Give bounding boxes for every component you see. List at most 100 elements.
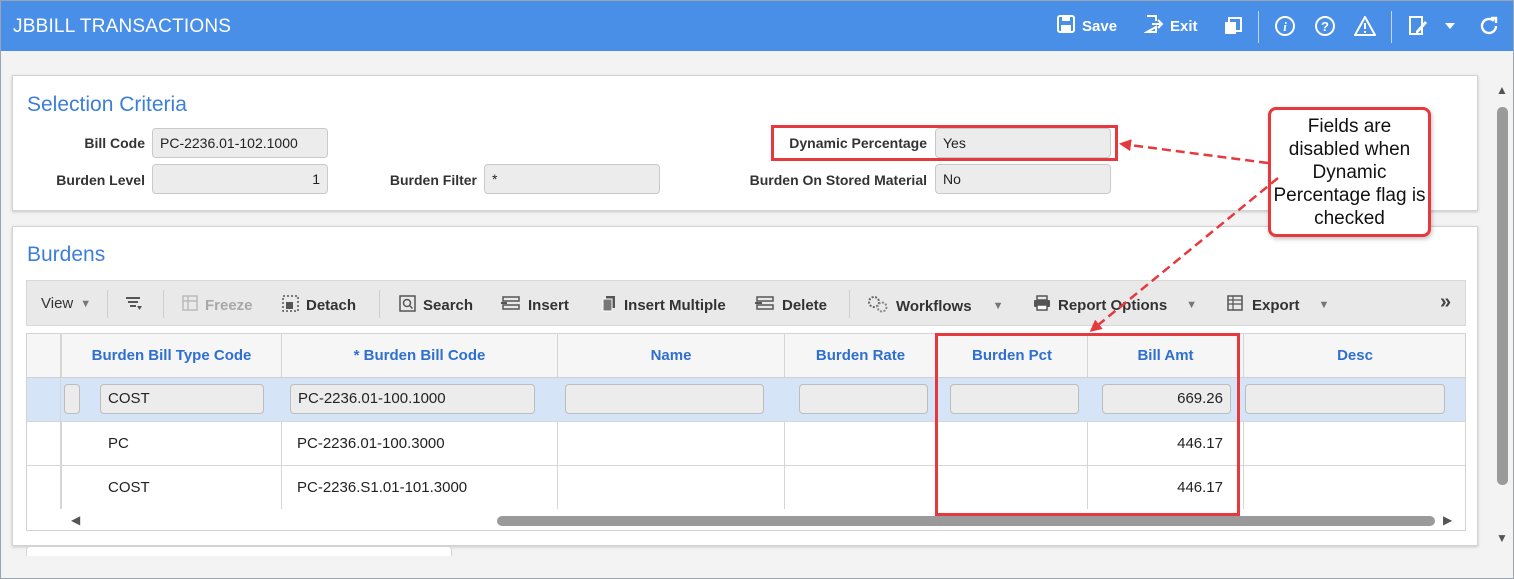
row-selector[interactable] [27,422,61,465]
row-selector[interactable] [27,378,61,421]
burden-on-stored-material-field[interactable]: No [935,164,1111,194]
burden-rate-cell[interactable] [785,422,937,465]
name-input[interactable] [565,384,764,414]
svg-text:i: i [1283,19,1287,34]
info-icon[interactable]: i [1273,14,1297,38]
more-button[interactable]: » [1440,291,1451,314]
freeze-icon [182,295,198,315]
printer-icon [1033,295,1051,315]
burden-rate-cell[interactable] [785,466,937,509]
svg-text:?: ? [1321,19,1329,34]
table-row[interactable]: COST PC-2236.S1.01-101.3000 446.17 [27,466,1465,510]
table-row[interactable]: COST PC-2236.01-100.1000 669.26 [27,378,1465,422]
column-header-burden-bill-type-code[interactable]: Burden Bill Type Code [62,334,282,378]
export-icon [1227,295,1245,315]
table-row[interactable]: PC PC-2236.01-100.3000 446.17 [27,422,1465,466]
bill-code-field[interactable]: PC-2236.01-102.1000 [152,128,328,158]
toolbar-separator [379,290,380,318]
report-options-menu[interactable]: Report Options ▼ [1033,295,1197,315]
insert-multiple-label: Insert Multiple [624,297,726,314]
filter-button[interactable] [125,295,143,317]
scroll-right-icon[interactable]: ▶ [1443,513,1452,527]
horizontal-scroll-thumb[interactable] [497,516,1435,526]
selection-criteria-title: Selection Criteria [27,93,187,116]
vertical-scrollbar[interactable]: ▲ ▼ [1490,75,1512,550]
app-title: JBBILL TRANSACTIONS [13,16,232,37]
refresh-icon[interactable] [1477,14,1501,38]
scroll-left-icon[interactable]: ◀ [71,513,80,527]
name-cell[interactable] [558,466,785,509]
toolbar-separator [1391,11,1392,43]
warning-icon[interactable] [1353,14,1377,38]
burden-level-label: Burden Level [56,172,145,188]
column-header-burden-bill-code[interactable]: * Burden Bill Code [282,334,558,378]
freeze-button[interactable]: Freeze [182,295,253,315]
save-label: Save [1082,17,1118,35]
workflows-menu[interactable]: Workflows ▼ [867,295,1003,317]
burden-on-stored-material-label: Burden On Stored Material [749,172,927,188]
search-label: Search [423,297,474,314]
insert-multiple-button[interactable]: Insert Multiple [601,295,726,316]
disabled-columns-highlight [935,333,1240,516]
scroll-down-icon[interactable]: ▼ [1496,531,1508,545]
exit-icon [1143,14,1164,38]
notes-icon[interactable] [1406,14,1430,38]
scroll-up-icon[interactable]: ▲ [1496,83,1508,97]
chevron-down-icon: ▼ [80,297,92,310]
horizontal-scrollbar[interactable]: ◀ ▶ [27,509,1465,530]
view-menu[interactable]: View ▼ [41,295,91,312]
export-menu[interactable]: Export ▼ [1227,295,1329,315]
workflows-icon [867,295,889,317]
burdens-title: Burdens [27,243,106,266]
insert-label: Insert [528,296,569,314]
column-header-desc[interactable]: Desc [1244,334,1465,378]
row-selector-header [27,334,61,378]
burden-filter-field[interactable]: * [484,164,660,194]
chevron-down-icon: ▼ [1186,299,1198,311]
detach-icon [282,295,299,316]
delete-icon [755,295,775,315]
column-header-name[interactable]: Name [558,334,785,378]
burden-rate-input[interactable] [799,384,928,414]
detach-button[interactable]: Detach [282,295,356,316]
next-panel-edge [26,546,452,556]
save-icon [1056,14,1076,38]
chevron-down-icon: ▼ [992,300,1004,312]
desc-cell[interactable] [1244,422,1465,465]
column-header-burden-rate[interactable]: Burden Rate [785,334,937,378]
delete-label: Delete [782,296,828,314]
burden-bill-code-cell[interactable]: PC-2236.01-100.3000 [282,422,558,465]
delete-button[interactable]: Delete [755,295,827,315]
copy-icon[interactable] [1221,14,1245,38]
desc-input[interactable] [1245,384,1445,414]
burden-bill-type-code-cell[interactable]: COST [62,466,282,509]
search-icon [399,295,416,316]
freeze-label: Freeze [205,296,253,314]
insert-button[interactable]: Insert [501,295,569,315]
burden-bill-code-input[interactable]: PC-2236.01-100.1000 [290,384,535,414]
toolbar-separator [163,290,164,318]
insert-multiple-icon [601,295,617,316]
filter-icon [125,295,143,317]
desc-cell[interactable] [1244,466,1465,509]
help-icon[interactable]: ? [1313,14,1337,38]
burden-bill-code-cell[interactable]: PC-2236.S1.01-101.3000 [282,466,558,509]
save-button[interactable]: Save [1056,14,1117,38]
exit-label: Exit [1170,17,1198,35]
name-cell[interactable] [558,422,785,465]
row-selector[interactable] [27,466,61,509]
insert-icon [501,295,521,315]
burden-level-field[interactable]: 1 [152,164,328,194]
burden-bill-type-code-cell[interactable]: PC [62,422,282,465]
bill-code-label: Bill Code [84,135,145,151]
burden-bill-type-code-input[interactable]: COST [100,384,264,414]
search-button[interactable]: Search [399,295,473,316]
hidden-column-cell[interactable] [64,384,80,414]
workflows-label: Workflows [896,297,972,315]
toolbar-separator [849,290,850,318]
vertical-scroll-thumb[interactable] [1497,107,1508,485]
report-options-label: Report Options [1058,296,1168,314]
exit-button[interactable]: Exit [1143,14,1198,38]
selection-criteria-panel: Selection Criteria Bill Code PC-2236.01-… [12,75,1478,211]
chevron-down-icon[interactable] [1438,14,1462,38]
